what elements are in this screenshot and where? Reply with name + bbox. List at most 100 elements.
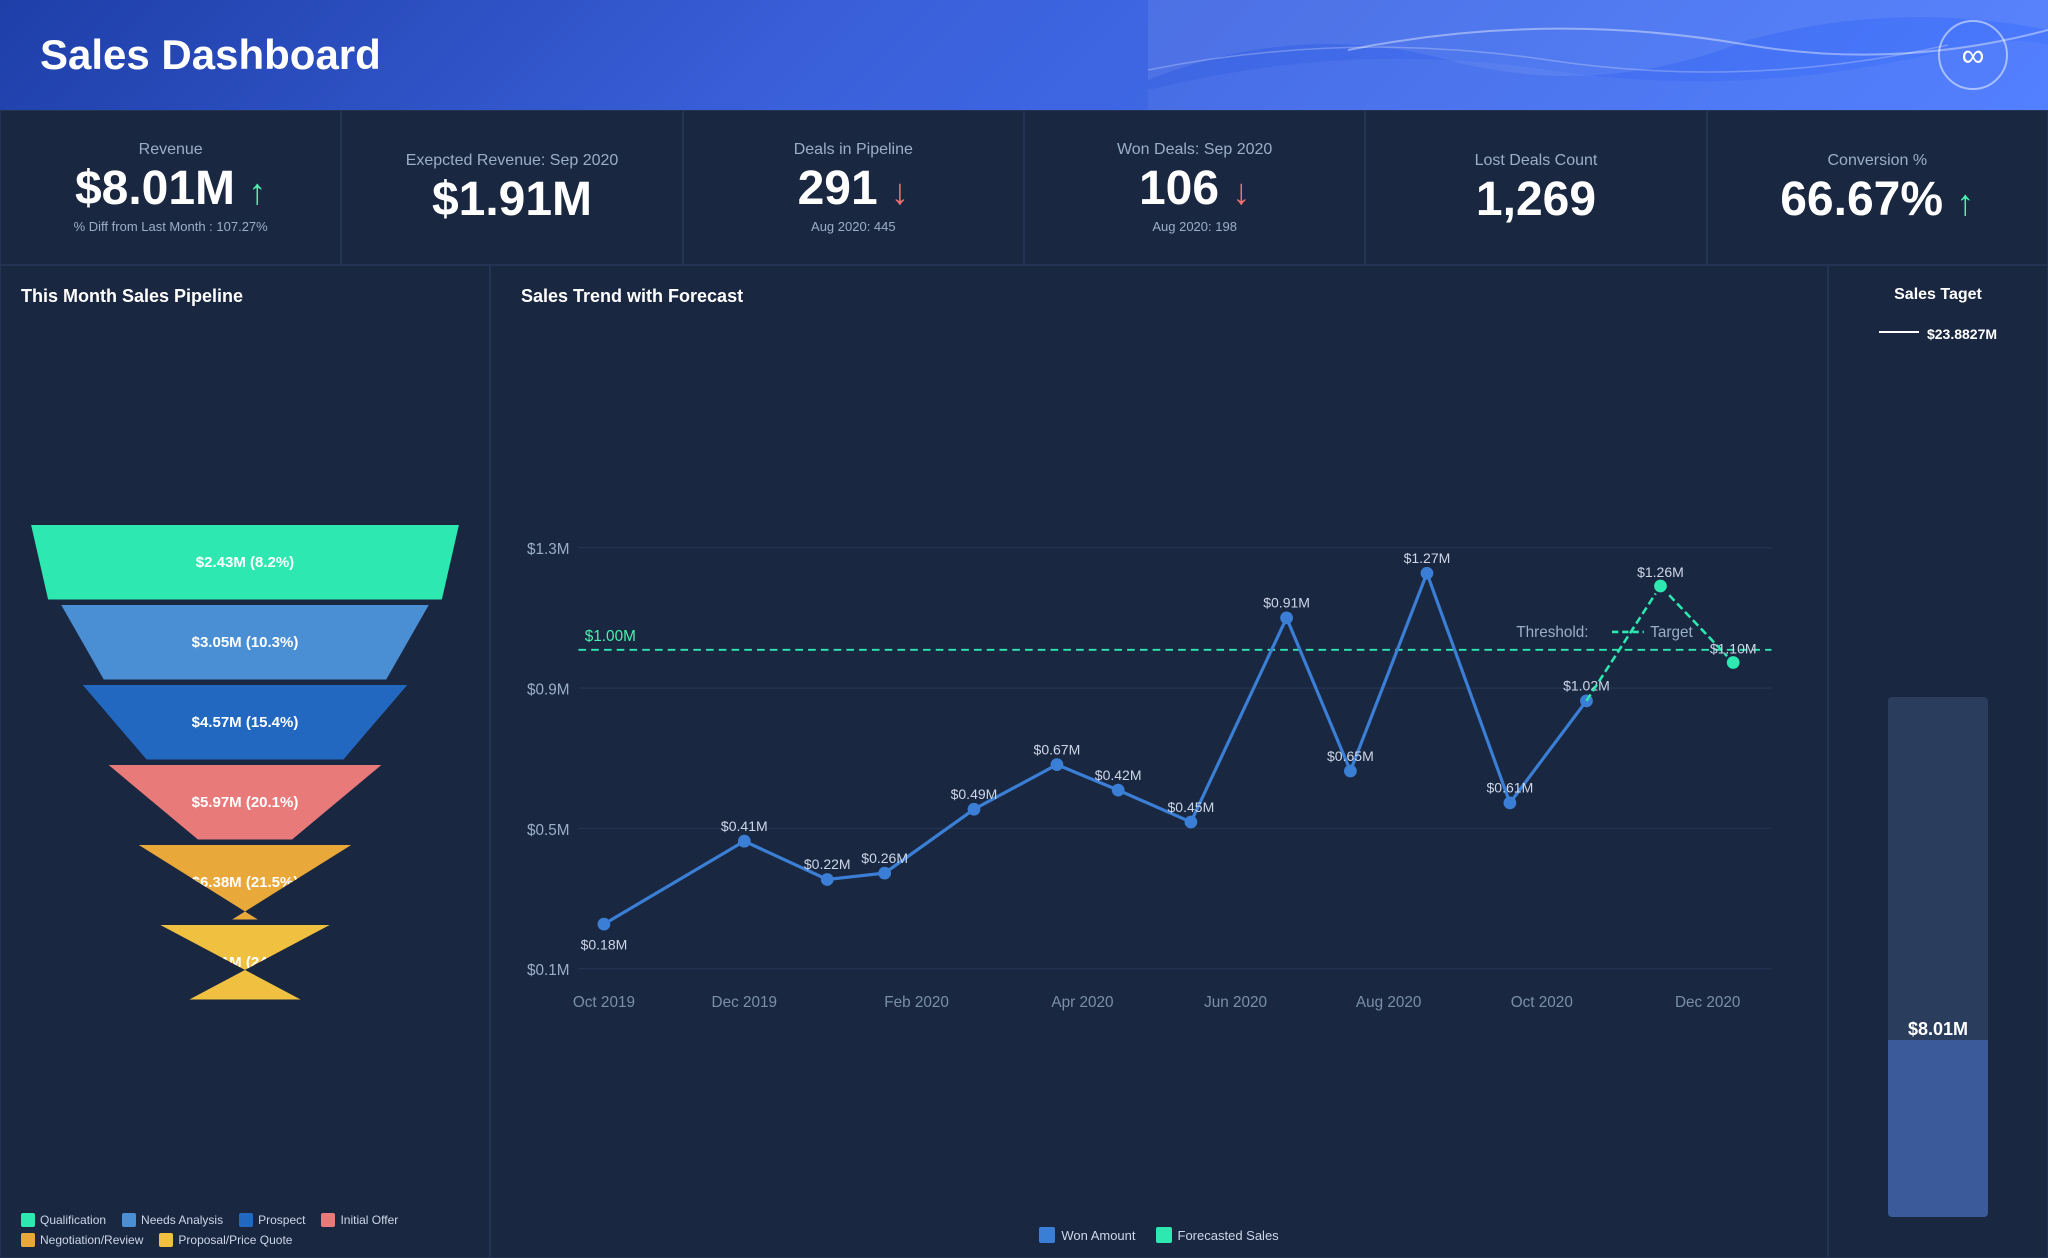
legend-color-box <box>321 1213 335 1227</box>
kpi-card: Deals in Pipeline 291 ↓ Aug 2020: 445 <box>683 110 1024 265</box>
chart-wrapper: $1.3M $0.9M $0.5M $0.1M $1.00M Threshold… <box>521 323 1797 1219</box>
chart-legend-label: Won Amount <box>1061 1228 1135 1243</box>
svg-text:Apr 2020: Apr 2020 <box>1051 994 1113 1011</box>
svg-text:Feb 2020: Feb 2020 <box>884 994 949 1011</box>
svg-text:$0.45M: $0.45M <box>1168 799 1215 815</box>
trend-chart-svg: $1.3M $0.9M $0.5M $0.1M $1.00M Threshold… <box>521 323 1797 1219</box>
legend-item: Negotiation/Review <box>21 1233 143 1247</box>
funnel-slice: $6.38M (21.5%) <box>138 845 352 920</box>
target-bar-container: $8.01M <box>1888 697 1988 1217</box>
kpi-value: $8.01M ↑ <box>75 165 266 213</box>
svg-text:Dec 2019: Dec 2019 <box>712 994 777 1011</box>
legend-label: Initial Offer <box>340 1213 398 1227</box>
legend-label: Negotiation/Review <box>40 1233 143 1247</box>
kpi-label: Lost Deals Count <box>1475 152 1598 170</box>
kpi-value: 1,269 <box>1476 176 1596 224</box>
svg-text:$1.27M: $1.27M <box>1404 550 1451 566</box>
kpi-row: Revenue $8.01M ↑ % Diff from Last Month … <box>0 110 2048 265</box>
page-title: Sales Dashboard <box>40 31 381 79</box>
svg-text:$0.1M: $0.1M <box>527 962 570 979</box>
svg-text:$0.91M: $0.91M <box>1263 595 1310 611</box>
target-line-icon <box>1879 331 1919 333</box>
kpi-card: Revenue $8.01M ↑ % Diff from Last Month … <box>0 110 341 265</box>
target-bar-area: $8.01M <box>1845 362 2031 1237</box>
chart-legend-label: Forecasted Sales <box>1178 1228 1279 1243</box>
legend-color-box <box>21 1233 35 1247</box>
kpi-card: Lost Deals Count 1,269 <box>1365 110 1706 265</box>
legend-label: Qualification <box>40 1213 106 1227</box>
legend-item: Prospect <box>239 1213 305 1227</box>
kpi-label: Won Deals: Sep 2020 <box>1117 141 1272 159</box>
trend-legend: Won Amount Forecasted Sales <box>521 1227 1797 1243</box>
target-current-value: $8.01M <box>1908 1019 1968 1040</box>
kpi-sub: Aug 2020: 445 <box>811 219 896 234</box>
svg-text:$0.61M: $0.61M <box>1487 780 1534 796</box>
legend-color-box <box>239 1213 253 1227</box>
legend-color-box <box>21 1213 35 1227</box>
kpi-label: Exepcted Revenue: Sep 2020 <box>406 152 619 170</box>
kpi-card: Exepcted Revenue: Sep 2020 $1.91M <box>341 110 682 265</box>
target-total-value: $23.8827M <box>1927 326 1997 342</box>
svg-text:$1.26M: $1.26M <box>1637 564 1684 580</box>
target-line-row: $23.8827M <box>1879 326 1997 342</box>
legend-item: Qualification <box>21 1213 106 1227</box>
header: Sales Dashboard ∞ <box>0 0 2048 110</box>
funnel-slice: $5.97M (20.1%) <box>108 765 382 840</box>
kpi-sub: % Diff from Last Month : 107.27% <box>74 219 268 234</box>
kpi-value: $1.91M <box>432 176 592 224</box>
legend-item: Proposal/Price Quote <box>159 1233 292 1247</box>
funnel-title: This Month Sales Pipeline <box>21 286 469 307</box>
main-content: This Month Sales Pipeline $2.43M (8.2%)$… <box>0 265 2048 1258</box>
svg-text:$1.10M: $1.10M <box>1710 641 1757 657</box>
svg-text:$0.65M: $0.65M <box>1327 748 1374 764</box>
svg-text:$0.26M: $0.26M <box>861 850 908 866</box>
kpi-value: 106 ↓ <box>1139 165 1250 213</box>
kpi-card: Won Deals: Sep 2020 106 ↓ Aug 2020: 198 <box>1024 110 1365 265</box>
trend-panel: Sales Trend with Forecast $1.3M $0.9M $0… <box>490 265 1828 1258</box>
funnel-legend: Qualification Needs Analysis Prospect In… <box>21 1213 469 1247</box>
svg-text:$1.02M: $1.02M <box>1563 678 1610 694</box>
target-bar-fill <box>1888 1040 1988 1217</box>
header-wave-decoration <box>1148 0 2048 110</box>
chart-legend-color <box>1156 1227 1172 1243</box>
kpi-label: Revenue <box>139 141 203 159</box>
svg-text:$0.9M: $0.9M <box>527 681 570 698</box>
svg-text:$0.41M: $0.41M <box>721 818 768 834</box>
legend-label: Prospect <box>258 1213 305 1227</box>
svg-text:Aug 2020: Aug 2020 <box>1356 994 1422 1011</box>
svg-text:$0.67M: $0.67M <box>1034 741 1081 757</box>
kpi-label: Deals in Pipeline <box>794 141 913 159</box>
header-logo: ∞ <box>1938 20 2008 90</box>
svg-text:Dec 2020: Dec 2020 <box>1675 994 1740 1011</box>
svg-text:$0.49M: $0.49M <box>951 786 998 802</box>
chart-legend-item: Won Amount <box>1039 1227 1135 1243</box>
kpi-card: Conversion % 66.67% ↑ <box>1707 110 2048 265</box>
legend-item: Initial Offer <box>321 1213 398 1227</box>
legend-color-box <box>159 1233 173 1247</box>
legend-item: Needs Analysis <box>122 1213 223 1227</box>
svg-text:$0.22M: $0.22M <box>804 856 851 872</box>
svg-text:$0.42M: $0.42M <box>1095 767 1142 783</box>
funnel-container: $2.43M (8.2%)$3.05M (10.3%)$4.57M (15.4%… <box>21 323 469 1203</box>
current-value-label-group: $8.01M <box>1888 1011 1988 1040</box>
funnel-slice: $3.05M (10.3%) <box>61 605 429 680</box>
legend-label: Needs Analysis <box>141 1213 223 1227</box>
kpi-value: 291 ↓ <box>798 165 909 213</box>
kpi-value: 66.67% ↑ <box>1780 176 1974 224</box>
svg-text:Target: Target <box>1650 624 1693 641</box>
svg-text:Jun 2020: Jun 2020 <box>1204 994 1267 1011</box>
legend-label: Proposal/Price Quote <box>178 1233 292 1247</box>
funnel-slice: $7.31M (24.6%) <box>159 925 330 1000</box>
funnel-slice: $2.43M (8.2%) <box>31 525 459 600</box>
svg-text:$1.3M: $1.3M <box>527 541 570 558</box>
trend-title: Sales Trend with Forecast <box>521 286 1797 307</box>
funnel-slice: $4.57M (15.4%) <box>82 685 407 760</box>
sales-target-panel: Sales Taget $23.8827M $8.01M <box>1828 265 2048 1258</box>
funnel-panel: This Month Sales Pipeline $2.43M (8.2%)$… <box>0 265 490 1258</box>
kpi-sub: Aug 2020: 198 <box>1152 219 1237 234</box>
legend-color-box <box>122 1213 136 1227</box>
svg-text:Oct 2020: Oct 2020 <box>1511 994 1573 1011</box>
chart-legend-item: Forecasted Sales <box>1156 1227 1279 1243</box>
svg-text:$1.00M: $1.00M <box>585 628 636 645</box>
sales-target-title: Sales Taget <box>1894 286 1982 304</box>
